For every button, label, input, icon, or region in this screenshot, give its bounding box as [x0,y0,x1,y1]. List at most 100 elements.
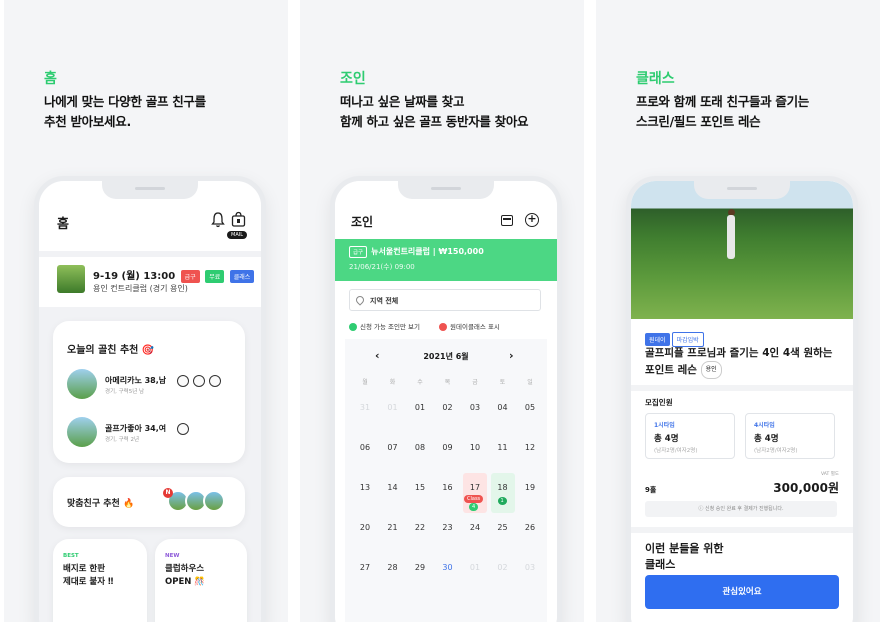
new-label: NEW [165,553,180,559]
new-text: 클럽하우스 OPEN 🎊 [165,564,205,587]
golfer-figure [727,215,735,259]
list-item[interactable]: 아메리카노 38,남 경기, 구력5년 남 [67,369,237,401]
join-banner[interactable]: 급구 뉴서울컨트리클럽 | ₩150,000 21/06/21(수) 09:00 [335,239,557,281]
panel-join: 조인 떠나고 싶은 날짜를 찾고 함께 하고 싶은 골프 동반자를 찾아요 조인… [300,0,584,622]
calendar-day[interactable]: 16 [434,483,462,492]
phone-frame: 원데이 마감임박 골프피플 프로님과 즐기는 4인 4색 원하는 포인트 레슨 용… [626,176,858,622]
calendar: ‹ 2021년 6월 › 월 화 수 목 금 토 일 31 01 01 02 03 04 05 06 07 08… [345,339,547,622]
avatar [67,369,97,399]
calendar-day[interactable]: 01 [461,563,489,572]
home-screen: 홈 MAIL 9-19 (월) 13:00 급구 무료 클래스 용인 컨트리클럽… [39,181,261,622]
calendar-day[interactable]: 08 [406,443,434,452]
calendar-day[interactable]: 15 [406,483,434,492]
add-icon[interactable]: + [525,213,539,227]
divider [631,385,853,391]
next-month-button[interactable]: › [509,349,514,362]
upcoming-round[interactable]: 9-19 (월) 13:00 급구 무료 클래스 용인 컨트리클럽 (경기 용인… [39,257,261,307]
round-thumbnail [57,265,85,293]
calendar-day[interactable]: 02 [489,563,517,572]
panel-category: 클래스 [636,71,675,87]
filter-oneday[interactable]: 원데이클래스 표시 [439,321,500,331]
calendar-day[interactable]: 12 [516,443,544,452]
calendar-day[interactable]: 05 [516,403,544,412]
recruit-label: 모집인원 [645,398,673,407]
calendar-day[interactable]: 28 [379,563,407,572]
friend-desc: 경기, 구력5년 남 [105,389,145,395]
calendar-day[interactable]: 23 [434,523,462,532]
calendar-day[interactable]: 29 [406,563,434,572]
panel-subtitle: 나에게 맞는 다양한 골프 친구를 추천 받아보세요. [44,94,206,129]
phone-frame: 홈 MAIL 9-19 (월) 13:00 급구 무료 클래스 용인 컨트리클럽… [34,176,266,622]
calendar-day[interactable]: 17 [461,483,489,492]
calendar-day[interactable]: 01 [379,403,407,412]
time-slot-2[interactable]: 4시타임 총 4명 (남자2명/여자2명) [745,413,835,459]
day-highlight-join [490,473,515,513]
calendar-day[interactable]: 19 [516,483,544,492]
avatar [203,490,225,512]
tag-free: 무료 [205,269,225,283]
best-card[interactable]: BEST 배지로 한판 제대로 붙자 ‼ [53,539,147,622]
weekday-label: 일 [527,379,533,386]
banner-title: 급구 뉴서울컨트리클럽 | ₩150,000 [349,246,484,258]
medal-icon [209,375,221,387]
mailbox-icon[interactable] [231,211,246,227]
calendar-day[interactable]: 24 [461,523,489,532]
calendar-day[interactable]: 21 [379,523,407,532]
interest-button[interactable]: 관심있어요 [645,575,839,609]
recommend-title: 오늘의 골친 추천 🎯 [67,345,155,356]
weekday-label: 토 [499,379,506,386]
filter-available[interactable]: 신청 가능 조인만 보기 [349,321,420,331]
price: 300,000원 [773,481,839,495]
panel-category: 조인 [340,71,366,87]
calendar-day[interactable]: 10 [461,443,489,452]
calendar-day[interactable]: 04 [489,403,517,412]
calendar-day[interactable]: 02 [434,403,462,412]
list-item[interactable]: 골프가좋아 34,여 경기, 구력 2년 [67,417,237,449]
class-chip: Class [464,495,484,503]
medal-icon [177,423,189,435]
calendar-day[interactable]: 06 [351,443,379,452]
panel-class: 클래스 프로와 함께 또래 친구들과 즐기는 스크린/필드 포인트 레슨 원데이… [596,0,880,622]
weekday-label: 화 [389,379,396,386]
bell-icon[interactable] [211,212,225,228]
location-pill: 용인 [700,361,722,379]
archive-icon[interactable] [501,215,513,226]
weekday-label: 수 [417,379,423,386]
time-slot-1[interactable]: 1시타임 총 4명 (남자2명/여자2명) [645,413,735,459]
calendar-day[interactable]: 03 [461,403,489,412]
holes-label: 9홀 [645,486,657,494]
calendar-day[interactable]: 13 [351,483,379,492]
calendar-day[interactable]: 07 [379,443,407,452]
calendar-month: 2021년 6월 [423,352,469,361]
calendar-day[interactable]: 25 [489,523,517,532]
calendar-day[interactable]: 09 [434,443,462,452]
calendar-day[interactable]: 18 [489,483,517,492]
match-friend-card[interactable]: 맞춤친구 추천 🔥 N [53,477,245,527]
calendar-day[interactable]: 14 [379,483,407,492]
friend-name: 골프가좋아 34,여 [105,424,167,433]
location-pin-icon [354,294,366,306]
calendar-day[interactable]: 26 [516,523,544,532]
for-whom-title: 이런 분들을 위한 클래스 [645,542,724,571]
check-icon [349,323,357,331]
best-text: 배지로 한판 제대로 붙자 ‼ [63,564,114,587]
panel-home: 홈 나에게 맞는 다양한 골프 친구를 추천 받아보세요. 홈 MAIL 9-1… [4,0,288,622]
calendar-day[interactable]: 30 [434,563,462,572]
count-chip: 4 [469,503,479,511]
calendar-day[interactable]: 20 [351,523,379,532]
calendar-day[interactable]: 03 [516,563,544,572]
weekday-label: 목 [444,379,451,386]
calendar-day[interactable]: 27 [351,563,379,572]
phone-notch [398,181,494,199]
page-title: 조인 [351,215,374,229]
class-photo [631,181,853,319]
friend-recommend-card: 오늘의 골친 추천 🎯 아메리카노 38,남 경기, 구력5년 남 골프가좋아 … [53,321,245,463]
calendar-day[interactable]: 31 [351,403,379,412]
calendar-day[interactable]: 22 [406,523,434,532]
match-title: 맞춤친구 추천 🔥 [67,499,135,509]
calendar-day[interactable]: 01 [406,403,434,412]
calendar-day[interactable]: 11 [489,443,517,452]
region-select[interactable]: 지역 전체 [349,289,541,311]
medal-icon [177,375,189,387]
new-card[interactable]: NEW 클럽하우스 OPEN 🎊 [155,539,247,622]
